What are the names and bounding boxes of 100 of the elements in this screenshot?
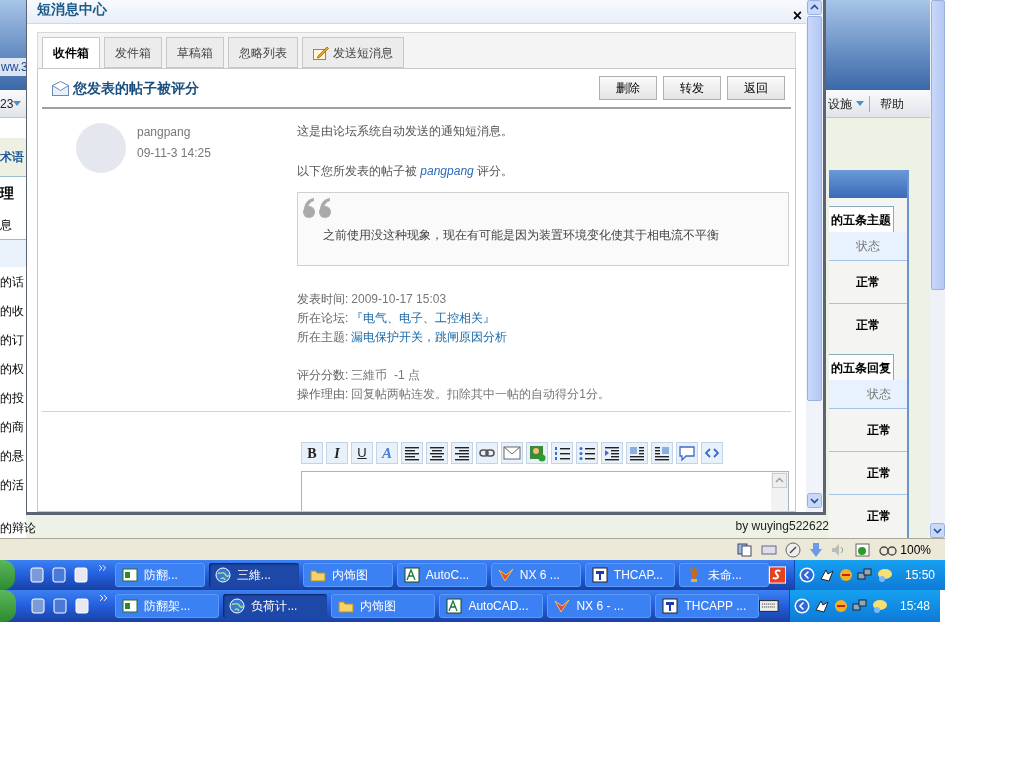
sidebar-link[interactable]: 的活 [0, 470, 26, 499]
zoom-level[interactable]: 100% [900, 540, 931, 559]
dialog-scrollbar[interactable] [806, 0, 823, 512]
sidebar-link[interactable]: 的订 [0, 325, 26, 354]
editor-tool-button[interactable] [426, 442, 448, 464]
network-icon[interactable] [851, 598, 868, 614]
tab[interactable]: 草稿箱 [166, 37, 224, 68]
action-button[interactable]: 转发 [663, 76, 721, 100]
user-link[interactable]: pangpang [420, 164, 474, 178]
taskbar-button[interactable]: 防翻... [114, 563, 205, 587]
keyboard-icon[interactable] [759, 600, 779, 612]
tab[interactable]: 忽略列表 [228, 37, 298, 68]
tab[interactable]: 收件箱 [42, 37, 100, 69]
align-right-icon [453, 444, 471, 462]
sidebar-link[interactable]: 的辩论 [0, 521, 36, 535]
spreadsheet-icon [121, 567, 138, 583]
security-icon[interactable] [855, 541, 872, 558]
dropdown-caret-icon[interactable] [856, 95, 870, 112]
meta-label: 所在主题: [297, 328, 349, 346]
meta-link[interactable]: 『电气、电子、工控相关』 [351, 308, 496, 327]
taskbar-button[interactable]: NX 6 - ... [547, 594, 652, 618]
taskbar-button[interactable]: 内饰图 [302, 563, 393, 587]
action-button[interactable]: 返回 [727, 76, 785, 100]
editor-tool-button[interactable] [576, 442, 598, 464]
scroll-down-icon[interactable] [807, 493, 822, 508]
taskbar-button[interactable]: THCAP... [584, 563, 675, 587]
sender-name: pangpang [137, 124, 192, 141]
sidebar-link[interactable]: 的悬 [0, 441, 26, 470]
editor-tool-button[interactable]: U [351, 442, 373, 464]
taskbar-button[interactable]: 三維... [208, 563, 299, 587]
float-left-icon [628, 444, 646, 462]
tab[interactable]: 发送短消息 [302, 37, 404, 68]
taskbar-button[interactable]: AutoC... [396, 563, 487, 587]
desktop-icon [29, 567, 46, 583]
notice-text: 这是由论坛系统自动发送的通知短消息。 [297, 123, 514, 139]
taskbar-button[interactable]: AutoCAD... [439, 594, 544, 618]
tray-app-icon[interactable] [813, 598, 830, 614]
spreadsheet-icon [122, 598, 139, 614]
sidebar-heading: 术语 [0, 138, 26, 176]
editor-tool-button[interactable]: I [326, 442, 348, 464]
tray-app-icon[interactable] [818, 567, 835, 583]
editor-tool-button[interactable] [601, 442, 623, 464]
email-icon [503, 444, 521, 462]
editor-tool-button[interactable] [651, 442, 673, 464]
nav-item[interactable]: 帮助 [876, 94, 908, 113]
editor-tool-button[interactable]: B [301, 442, 323, 464]
nav-item[interactable]: 设施 [824, 94, 856, 113]
scroll-up-icon[interactable] [772, 473, 787, 488]
quote-icon [678, 444, 696, 462]
sidebar-link[interactable]: 息 [0, 210, 26, 239]
start-button[interactable] [0, 560, 16, 590]
editor-tool-button[interactable] [451, 442, 473, 464]
ordered-list-icon [553, 444, 571, 462]
editor-tool-button[interactable] [626, 442, 648, 464]
sidebar-link[interactable]: 的投 [0, 383, 26, 412]
close-button[interactable]: × [792, 7, 802, 24]
taskbar-button[interactable]: 内饰图 [331, 594, 436, 618]
status-cell: 正常 [829, 494, 907, 537]
indent-icon [603, 444, 621, 462]
start-button[interactable] [0, 590, 16, 622]
editor-tool-button[interactable] [476, 442, 498, 464]
column-header: 状态 [829, 380, 907, 408]
sent-time: 09-11-3 14:25 [137, 145, 212, 162]
meta-label: 所在论坛: [297, 309, 349, 327]
align-center-icon [428, 444, 446, 462]
scrollbar[interactable] [930, 0, 945, 538]
meta-label: 操作理由: [297, 385, 349, 403]
editor-tool-button[interactable] [401, 442, 423, 464]
taskbar-button[interactable]: 未命... [678, 563, 769, 587]
compass-icon[interactable] [785, 541, 802, 558]
editor-tool-button[interactable] [551, 442, 573, 464]
sidebar-link[interactable]: 的话 [0, 267, 26, 296]
download-arrow-icon[interactable] [809, 541, 824, 558]
pages-icon[interactable] [737, 542, 754, 557]
chevron-left-icon[interactable] [793, 598, 810, 614]
network-icon[interactable] [856, 567, 873, 583]
status-cell: 正常 [829, 303, 907, 346]
chat-icon[interactable] [876, 567, 893, 583]
chat-icon[interactable] [871, 598, 888, 614]
taskbar-button[interactable]: 负荷计... [223, 594, 328, 618]
chevron-icon[interactable] [99, 565, 107, 571]
taskbar-button[interactable]: THCAPP ... [655, 594, 760, 618]
nav-item[interactable]: 23 [0, 94, 14, 113]
tab[interactable]: 发件箱 [104, 37, 162, 68]
scroll-up-icon[interactable] [807, 0, 822, 15]
sidebar-link[interactable]: 的权 [0, 354, 26, 383]
taskbar-button[interactable]: 防翻架... [115, 594, 220, 618]
chevron-icon[interactable] [99, 595, 108, 601]
taskbar-button[interactable]: NX 6 ... [490, 563, 581, 587]
globe-icon [214, 567, 231, 583]
meta-label: 发表时间: [297, 290, 349, 308]
scroll-down-icon[interactable] [930, 523, 945, 538]
image-icon [528, 444, 546, 462]
sidebar-link[interactable]: 的商 [0, 412, 26, 441]
meta-link[interactable]: 漏电保护开关，跳闸原因分析 [351, 327, 508, 346]
chevron-left-icon[interactable] [798, 567, 815, 583]
quote-mark-icon [302, 197, 334, 219]
sidebar-link[interactable]: 的收 [0, 296, 26, 325]
action-button[interactable]: 删除 [599, 76, 657, 100]
sidebar-band [0, 239, 26, 267]
